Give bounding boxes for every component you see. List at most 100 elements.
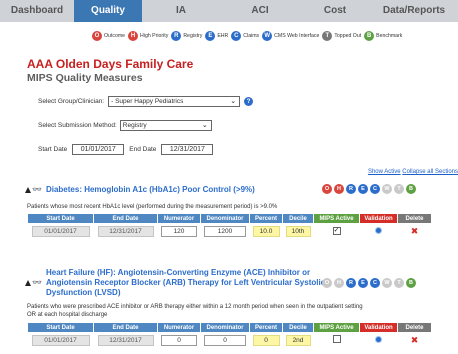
method-select-value: Registry (122, 122, 147, 129)
tab-cost[interactable]: Cost (300, 0, 370, 22)
numerator-input[interactable]: 120 (161, 225, 197, 237)
measure-table: Start Date End Date Numerator Denominato… (27, 213, 432, 239)
measure-description: Patients who were prescribed ACE inhibit… (27, 303, 363, 319)
end-date-label: End Date (129, 146, 157, 153)
cms-web-badge-icon: W (262, 31, 273, 41)
view-details-icon[interactable]: 👓 (32, 279, 42, 287)
legend-label: EHR (217, 33, 229, 39)
legend-cms-web: W CMS Web Interface (262, 31, 319, 41)
legend-label: Registry (183, 33, 203, 39)
tab-data-reports[interactable]: Data/Reports (370, 0, 458, 22)
legend-topped-out: T Topped Out (322, 31, 361, 41)
table-row: 01/01/2017 12/31/2017 0 0 0 2nd ✖ (28, 333, 432, 348)
collapse-all-link[interactable]: Collapse all Sections (402, 169, 458, 175)
registry-badge-icon: R (346, 184, 356, 194)
section-title: MIPS Quality Measures (27, 72, 143, 84)
badge-legend: O Outcome H High Priority R Registry E EHR C… (92, 29, 405, 43)
org-name: AAA Olden Days Family Care (27, 57, 194, 71)
measure-header: 👓 Heart Failure (HF): Angiotensin-Conver… (25, 268, 325, 298)
legend-claims: C Claims (231, 31, 259, 41)
high-priority-badge-icon: H (128, 31, 139, 41)
claims-badge-icon: C (370, 184, 380, 194)
measure-header: 👓 Diabetes: Hemoglobin A1c (HbA1c) Poor … (25, 185, 255, 195)
collapse-triangle-icon[interactable] (25, 187, 31, 193)
group-label: Select Group/Clinician: (38, 98, 105, 105)
outcome-badge-icon: O (322, 278, 332, 288)
benchmark-badge-icon: B (406, 278, 416, 288)
tab-dashboard[interactable]: Dashboard (0, 0, 74, 22)
benchmark-badge-icon: B (364, 31, 375, 41)
validation-icon[interactable] (375, 335, 382, 343)
decile-cell: 10th (285, 225, 311, 237)
legend-label: Outcome (104, 33, 126, 39)
start-date-cell: 01/01/2017 (31, 225, 90, 237)
registry-badge-icon: R (346, 278, 356, 288)
method-select[interactable]: Registry ⌄ (119, 120, 212, 131)
high-priority-badge-icon: H (334, 278, 344, 288)
tab-aci[interactable]: ACI (220, 0, 300, 22)
measure-title-link[interactable]: Diabetes: Hemoglobin A1c (HbA1c) Poor Co… (46, 185, 255, 195)
legend-high-priority: H High Priority (128, 31, 168, 41)
denominator-input[interactable]: 1200 (204, 225, 246, 237)
start-date-input[interactable]: 01/01/2017 (72, 144, 125, 155)
registry-badge-icon: R (171, 31, 182, 41)
mips-active-checkbox[interactable]: ✓ (332, 227, 341, 236)
measure-description-line: Patients who were prescribed ACE inhibit… (27, 304, 363, 310)
col-mips-active: MIPS Active (313, 213, 360, 224)
start-date-label: Start Date (38, 146, 68, 153)
tab-quality[interactable]: Quality (74, 0, 142, 22)
legend-benchmark: B Benchmark (364, 31, 402, 41)
percent-cell: 10.0 (252, 225, 280, 237)
topped-out-badge-icon: T (394, 278, 404, 288)
ehr-badge-icon: E (358, 184, 368, 194)
col-numerator: Numerator (157, 322, 201, 333)
view-details-icon[interactable]: 👓 (32, 186, 42, 194)
help-icon[interactable]: ? (244, 97, 254, 106)
col-delete: Delete (397, 322, 432, 333)
measure-title-line: Diabetes: Hemoglobin A1c (HbA1c) Poor Co… (45, 185, 255, 194)
measure-description: Patients whose most recent HbA1c level (… (27, 203, 277, 211)
chevron-down-icon: ⌄ (230, 98, 237, 105)
mips-active-checkbox[interactable] (332, 335, 341, 344)
group-row: Select Group/Clinician: - Super Happy Pe… (38, 96, 254, 107)
col-delete: Delete (397, 213, 432, 224)
end-date-input[interactable]: 12/31/2017 (161, 144, 214, 155)
denominator-input[interactable]: 0 (204, 334, 246, 346)
measure-title-link[interactable]: Heart Failure (HF): Angiotensin-Converti… (46, 268, 325, 298)
col-numerator: Numerator (157, 213, 201, 224)
col-start-date: Start Date (27, 213, 94, 224)
measure-description-line: OR at each hospital discharge (27, 312, 108, 318)
collapse-triangle-icon[interactable] (25, 280, 31, 286)
top-nav: Dashboard Quality IA ACI Cost Data/Repor… (0, 0, 458, 22)
group-select[interactable]: - Super Happy Pediatrics ⌄ (108, 96, 241, 107)
col-start-date: Start Date (27, 322, 94, 333)
col-percent: Percent (249, 213, 283, 224)
legend-label: CMS Web Interface (274, 33, 320, 39)
delete-icon[interactable]: ✖ (411, 226, 419, 236)
numerator-input[interactable]: 0 (161, 334, 197, 346)
legend-label: High Priority (140, 33, 169, 39)
tab-ia[interactable]: IA (142, 0, 220, 22)
col-end-date: End Date (93, 213, 158, 224)
end-date-cell: 12/31/2017 (97, 334, 154, 346)
measure-title-line: Heart Failure (HF): Angiotensin-Converti… (45, 268, 311, 277)
legend-ehr: E EHR (205, 31, 228, 41)
topped-out-badge-icon: T (322, 31, 333, 41)
claims-badge-icon: C (231, 31, 242, 41)
col-validation: Validation (359, 322, 398, 333)
topped-out-badge-icon: T (394, 184, 404, 194)
measure-title-line: Angiotensin Receptor Blocker (ARB) Thera… (45, 278, 326, 287)
col-denominator: Denominator (200, 213, 250, 224)
ehr-badge-icon: E (205, 31, 216, 41)
legend-label: Claims (243, 33, 260, 39)
validation-icon[interactable] (375, 226, 382, 234)
legend-label: Topped Out (334, 33, 362, 39)
delete-icon[interactable]: ✖ (411, 335, 419, 345)
show-active-link[interactable]: Show Active (368, 169, 401, 175)
legend-registry: R Registry (171, 31, 202, 41)
cms-web-badge-icon: W (382, 184, 392, 194)
percent-cell: 0 (252, 334, 280, 346)
col-percent: Percent (249, 322, 283, 333)
outcome-badge-icon: O (322, 184, 332, 194)
table-header-row: Start Date End Date Numerator Denominato… (27, 322, 432, 333)
